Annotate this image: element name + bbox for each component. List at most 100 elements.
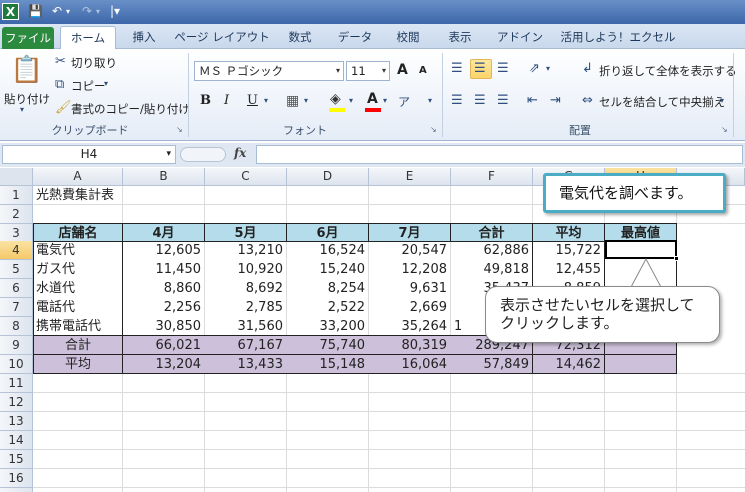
active-cell-h4[interactable]	[605, 240, 677, 259]
data-cell[interactable]: 49,818	[451, 260, 533, 279]
align-bottom-icon[interactable]: ☰	[497, 61, 509, 76]
wrap-text-button[interactable]: 折り返して全体を表示する	[599, 63, 737, 79]
data-cell[interactable]: 12,455	[533, 260, 605, 279]
fill-color-icon[interactable]: ◈	[330, 91, 341, 107]
data-cell[interactable]: 12,605	[123, 241, 205, 260]
redo-dropdown-icon[interactable]: ▾	[96, 3, 100, 20]
column-header-b[interactable]: B	[123, 168, 205, 186]
data-cell[interactable]: 35,264	[369, 317, 451, 336]
row-header-15[interactable]: 15	[0, 450, 33, 469]
decrease-indent-icon[interactable]: ⇤	[527, 93, 538, 108]
formula-bar-resize-handle[interactable]	[180, 147, 226, 162]
select-all-corner[interactable]	[0, 168, 33, 186]
data-cell[interactable]: 9,631	[369, 279, 451, 298]
shrink-font-button[interactable]: A	[419, 65, 427, 76]
row-header-4[interactable]: 4	[0, 241, 33, 260]
row-header-8[interactable]: 8	[0, 317, 33, 336]
data-cell[interactable]: 30,850	[123, 317, 205, 336]
row-header-10[interactable]: 10	[0, 355, 33, 374]
clipboard-launcher-icon[interactable]: ↘	[176, 125, 183, 134]
borders-dropdown-icon[interactable]: ▾	[304, 96, 308, 105]
row-header-11[interactable]: 11	[0, 374, 33, 393]
increase-indent-icon[interactable]: ⇥	[550, 93, 561, 108]
header-cell-apr[interactable]: 4月	[122, 223, 205, 242]
header-cell-average[interactable]: 平均	[532, 223, 605, 242]
average-cell[interactable]: 57,849	[451, 355, 533, 374]
data-cell[interactable]: 8,692	[205, 279, 287, 298]
column-header-c[interactable]: C	[205, 168, 287, 186]
average-cell[interactable]: 16,064	[369, 355, 451, 374]
header-cell-jul[interactable]: 7月	[368, 223, 451, 242]
tab-insert[interactable]: 挿入	[124, 26, 164, 49]
bold-button[interactable]: B	[200, 93, 211, 108]
data-cell[interactable]: 11,450	[123, 260, 205, 279]
customize-qat-icon[interactable]: |▾	[110, 3, 120, 20]
total-cell[interactable]: 75,740	[287, 336, 369, 355]
font-name-select[interactable]: ＭＳ Ｐゴシック ▾	[194, 61, 344, 81]
data-cell[interactable]: 10,920	[205, 260, 287, 279]
column-header-a[interactable]: A	[33, 168, 123, 186]
average-cell[interactable]: 15,148	[287, 355, 369, 374]
row-header-16[interactable]: 16	[0, 469, 33, 488]
save-icon[interactable]: 💾	[28, 3, 43, 20]
format-painter-icon[interactable]: 🖌	[55, 100, 72, 115]
data-cell[interactable]: 31,560	[205, 317, 287, 336]
underline-dropdown-icon[interactable]: ▾	[264, 96, 268, 105]
data-cell[interactable]: 15,240	[287, 260, 369, 279]
data-cell[interactable]: 2,522	[287, 298, 369, 317]
copy-button[interactable]: コピー	[71, 78, 106, 94]
tab-review[interactable]: 校閲	[388, 26, 428, 49]
tab-addins[interactable]: アドイン	[492, 26, 548, 49]
row-label[interactable]: 水道代	[34, 279, 122, 298]
data-cell[interactable]: 20,547	[369, 241, 451, 260]
data-cell[interactable]: 2,256	[123, 298, 205, 317]
cut-icon[interactable]: ✂	[55, 54, 66, 69]
paste-icon[interactable]: 📋	[10, 55, 44, 85]
tab-home[interactable]: ホーム	[60, 26, 116, 49]
tab-excel-tips[interactable]: 活用しよう！エクセル	[556, 26, 680, 49]
paste-dropdown-icon[interactable]: ▾	[20, 105, 24, 114]
fill-handle[interactable]	[674, 256, 679, 261]
merge-center-button[interactable]: セルを結合して中央揃え	[599, 94, 725, 110]
excel-logo-icon[interactable]: X	[2, 3, 19, 20]
orientation-dropdown-icon[interactable]: ▾	[546, 64, 550, 73]
align-top-icon[interactable]: ☰	[451, 61, 463, 76]
borders-icon[interactable]: ▦	[286, 93, 299, 109]
copy-icon[interactable]: ⧉	[55, 77, 64, 92]
format-painter-button[interactable]: 書式のコピー/貼り付け	[71, 101, 190, 117]
row-label[interactable]: 電気代	[34, 241, 122, 260]
insert-function-icon[interactable]: fx	[234, 146, 246, 160]
row-header-14[interactable]: 14	[0, 431, 33, 450]
paste-button[interactable]: 貼り付け	[4, 91, 50, 107]
italic-button[interactable]: I	[224, 93, 229, 108]
formula-input[interactable]	[256, 145, 743, 164]
redo-icon[interactable]: ↷	[82, 3, 92, 20]
data-cell[interactable]: 12,208	[369, 260, 451, 279]
header-cell-jun[interactable]: 6月	[286, 223, 369, 242]
data-cell[interactable]: 15,722	[533, 241, 605, 260]
underline-button[interactable]: U	[247, 93, 258, 108]
data-cell[interactable]: 8,254	[287, 279, 369, 298]
tab-page-layout[interactable]: ページ レイアウト	[172, 26, 272, 49]
font-color-dropdown-icon[interactable]: ▾	[383, 96, 387, 105]
phonetic-dropdown-icon[interactable]: ▾	[428, 96, 432, 105]
font-size-select[interactable]: 11 ▾	[346, 61, 390, 81]
row-header-13[interactable]: 13	[0, 412, 33, 431]
row-label[interactable]: 携帯電話代	[34, 317, 122, 336]
data-cell[interactable]: 16,524	[287, 241, 369, 260]
undo-icon[interactable]: ↶	[52, 3, 62, 20]
undo-dropdown-icon[interactable]: ▾	[66, 3, 70, 20]
row-header-5[interactable]: 5	[0, 260, 33, 279]
align-right-icon[interactable]: ☰	[497, 93, 509, 108]
phonetic-icon[interactable]: ア	[398, 93, 410, 110]
font-launcher-icon[interactable]: ↘	[430, 125, 437, 134]
average-row-label[interactable]: 平均	[34, 355, 122, 374]
column-header-d[interactable]: D	[287, 168, 369, 186]
row-header-12[interactable]: 12	[0, 393, 33, 412]
header-cell-store[interactable]: 店舗名	[33, 223, 123, 242]
average-cell[interactable]: 13,433	[205, 355, 287, 374]
row-header-1[interactable]: 1	[0, 186, 33, 205]
data-cell[interactable]: 8,860	[123, 279, 205, 298]
tab-data[interactable]: データ	[330, 26, 380, 49]
tab-formulas[interactable]: 数式	[280, 26, 320, 49]
